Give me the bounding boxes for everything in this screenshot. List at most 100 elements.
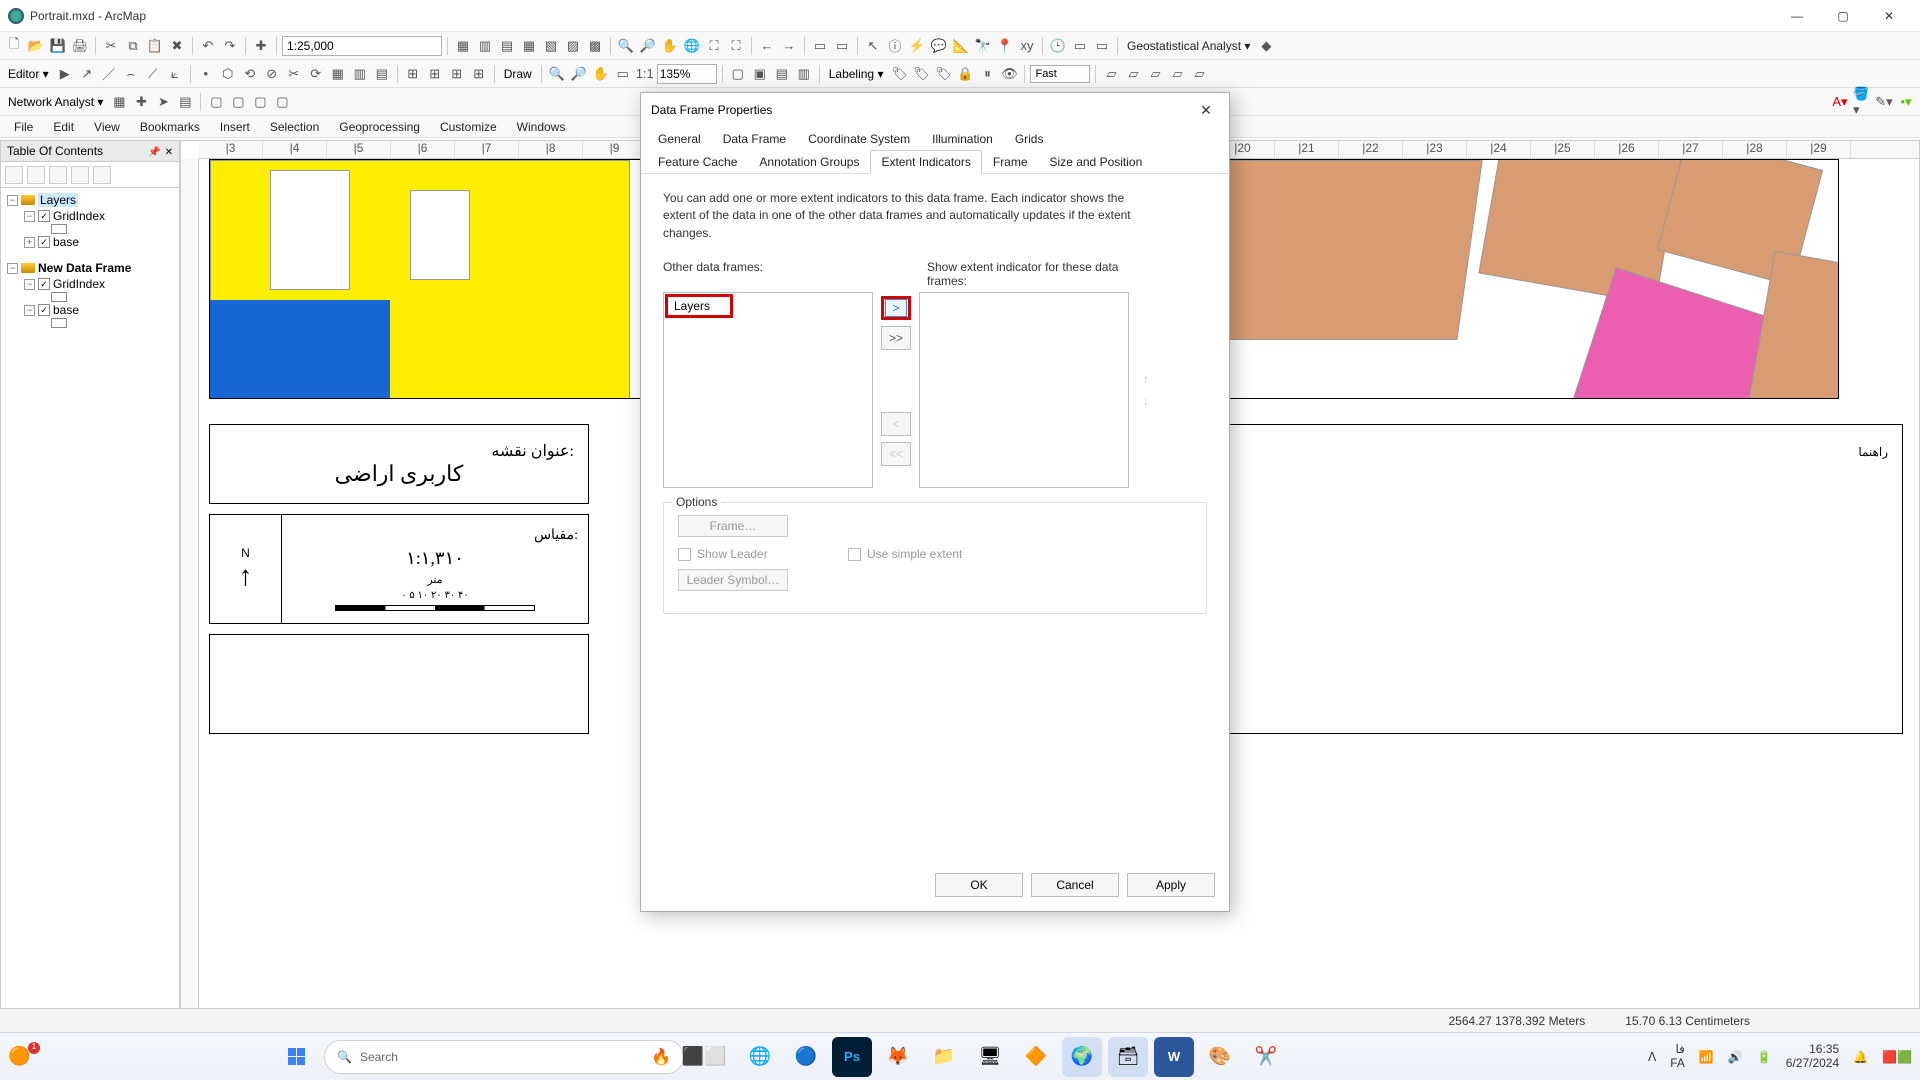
add-button[interactable]: > [881, 296, 911, 320]
na-window-icon[interactable]: ▦ [109, 92, 129, 112]
toc-list-by-selection-icon[interactable] [71, 166, 89, 184]
fixed-zoom-icon[interactable]: ⛶ [726, 36, 746, 56]
na-tool3-icon[interactable]: ▢ [250, 92, 270, 112]
na-solve-icon[interactable]: ➤ [153, 92, 173, 112]
layer-name[interactable]: GridIndex [53, 209, 105, 223]
layer-symbol[interactable] [51, 318, 67, 328]
na-directions-icon[interactable]: ▤ [175, 92, 195, 112]
edit-vertices-icon[interactable]: ⬡ [218, 64, 238, 84]
na-tool2-icon[interactable]: ▢ [228, 92, 248, 112]
forward-icon[interactable]: → [779, 36, 799, 56]
effects2-icon[interactable]: ▱ [1123, 64, 1143, 84]
line-color-icon[interactable]: ✎▾ [1874, 92, 1894, 112]
clock[interactable]: 16:35 6/27/2024 [1786, 1043, 1839, 1071]
viewer-icon[interactable]: ▭ [1070, 36, 1090, 56]
toc-list-by-draw-icon[interactable] [5, 166, 23, 184]
layout-pan-icon[interactable]: ✋ [591, 64, 611, 84]
tab-illumination[interactable]: Illumination [921, 127, 1004, 151]
toc-list-by-visibility-icon[interactable] [49, 166, 67, 184]
menu-customize[interactable]: Customize [432, 118, 505, 136]
start-button[interactable] [278, 1039, 314, 1075]
toc-dataframe-layers[interactable]: − Layers [7, 192, 173, 208]
layer-checkbox[interactable]: ✓ [38, 236, 50, 248]
layout-zoom-input[interactable] [657, 64, 717, 84]
toc-layer-gridindex2[interactable]: − ✓ GridIndex [7, 276, 173, 292]
go-xy-icon[interactable]: xy [1017, 36, 1037, 56]
catalog-icon[interactable]: ▤ [497, 36, 517, 56]
wifi-icon[interactable]: 📶 [1699, 1050, 1714, 1064]
taskbar-search[interactable]: 🔍 Search 🔥 [324, 1040, 684, 1074]
html-popup-icon[interactable]: 💬 [929, 36, 949, 56]
layer-symbol[interactable] [51, 224, 67, 234]
app-firefox[interactable]: 🦊 [878, 1037, 918, 1077]
frame-button[interactable]: Frame… [678, 515, 788, 537]
cut-icon[interactable]: ✂ [101, 36, 121, 56]
tab-dataframe[interactable]: Data Frame [712, 127, 797, 151]
ok-button[interactable]: OK [935, 873, 1023, 897]
split-icon[interactable]: ✂ [284, 64, 304, 84]
layer-checkbox[interactable]: ✓ [38, 278, 50, 290]
language-indicator[interactable]: فا FA [1670, 1043, 1685, 1071]
notifications-icon[interactable]: 🔔 [1853, 1050, 1868, 1064]
edit-tool-icon[interactable]: ▶ [55, 64, 75, 84]
change-layout-icon[interactable]: ▤ [772, 64, 792, 84]
clear-selection-icon[interactable]: ▭ [832, 36, 852, 56]
add-data-icon[interactable]: ✚ [251, 36, 271, 56]
tray-chevron-icon[interactable]: ᐱ [1648, 1050, 1656, 1064]
label-quality-select[interactable] [1030, 65, 1090, 83]
save-icon[interactable]: 💾 [48, 36, 68, 56]
toolbox-icon[interactable]: ▧ [541, 36, 561, 56]
model-icon[interactable]: ▩ [585, 36, 605, 56]
find-icon[interactable]: 🔭 [973, 36, 993, 56]
network-analyst-menu[interactable]: Network Analyst ▾ [4, 95, 107, 109]
tab-general[interactable]: General [647, 127, 712, 151]
move-up-button[interactable]: ↑ [1143, 372, 1149, 386]
pan-icon[interactable]: ✋ [660, 36, 680, 56]
pause-labels-icon[interactable]: ⏸ [977, 64, 997, 84]
app-arccatalog[interactable]: 🗃 [1108, 1037, 1148, 1077]
collapse-icon[interactable]: − [24, 211, 35, 222]
app-photoshop[interactable]: Ps [832, 1037, 872, 1077]
reshape-icon[interactable]: ⟲ [240, 64, 260, 84]
widgets-icon[interactable]: 🟠1 [8, 1046, 38, 1067]
new-icon[interactable]: 🗋 [4, 36, 24, 56]
menu-bookmarks[interactable]: Bookmarks [132, 118, 208, 136]
open-icon[interactable]: 📂 [26, 36, 46, 56]
attributes-icon[interactable]: ▦ [328, 64, 348, 84]
add-button-inner[interactable]: > [885, 299, 907, 317]
other-frames-listbox[interactable]: Layers [663, 292, 873, 488]
toc-options-icon[interactable] [93, 166, 111, 184]
layout-100-icon[interactable]: 1:1 [635, 64, 655, 84]
undo-icon[interactable]: ↶ [198, 36, 218, 56]
scale-frame[interactable]: N ↑ مقیاس: ۱:۱,۳۱۰ متر ۰ ۵ ۱۰ ۲۰ ۳۰ ۴۰ [209, 514, 589, 624]
map-scale-input[interactable] [282, 36, 442, 56]
na-tool4-icon[interactable]: ▢ [272, 92, 292, 112]
effects3-icon[interactable]: ▱ [1145, 64, 1165, 84]
empty-frame[interactable] [209, 634, 589, 734]
geostat-menu[interactable]: Geostatistical Analyst ▾ [1123, 39, 1254, 53]
hyperlink-icon[interactable]: ⚡ [907, 36, 927, 56]
layer-name[interactable]: base [53, 235, 79, 249]
dialog-titlebar[interactable]: Data Frame Properties ✕ [641, 93, 1229, 127]
toc-layer-base1[interactable]: + ✓ base [7, 234, 173, 250]
layer-symbol[interactable] [51, 292, 67, 302]
layout-zoom-out-icon[interactable]: 🔎 [569, 64, 589, 84]
tab-coordsys[interactable]: Coordinate System [797, 127, 921, 151]
trace-icon[interactable]: ⟋ [143, 64, 163, 84]
menu-view[interactable]: View [86, 118, 128, 136]
menu-insert[interactable]: Insert [212, 118, 258, 136]
tab-size-position[interactable]: Size and Position [1039, 150, 1154, 174]
effects1-icon[interactable]: ▱ [1101, 64, 1121, 84]
back-icon[interactable]: ← [757, 36, 777, 56]
copy-icon[interactable]: ⧉ [123, 36, 143, 56]
app-anydesk[interactable]: 🔶 [1016, 1037, 1056, 1077]
remove-all-button[interactable]: << [881, 442, 911, 466]
collapse-icon[interactable]: − [7, 263, 18, 274]
app-edge[interactable]: 🌐 [740, 1037, 780, 1077]
app-word[interactable]: W [1154, 1037, 1194, 1077]
geostat-wizard-icon[interactable]: ◆ [1256, 36, 1276, 56]
tab-feature-cache[interactable]: Feature Cache [647, 150, 748, 174]
collapse-icon[interactable]: − [7, 195, 18, 206]
menu-edit[interactable]: Edit [45, 118, 82, 136]
lock-labels-icon[interactable]: 🔒 [955, 64, 975, 84]
